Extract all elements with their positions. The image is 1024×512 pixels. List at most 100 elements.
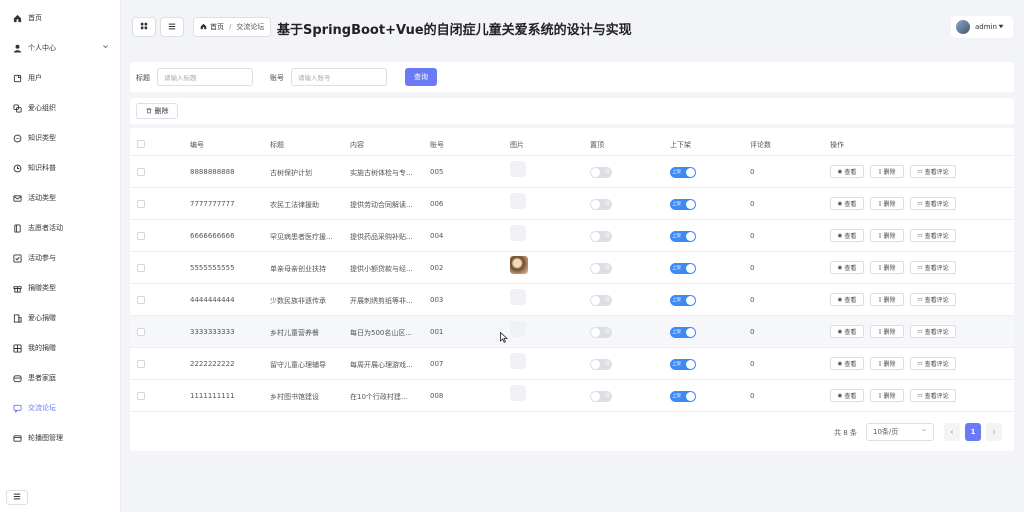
user-name: admin [975,23,997,31]
row-checkbox[interactable] [137,328,145,336]
sidebar-item-home[interactable]: 首页 [0,8,121,28]
row-checkbox[interactable] [137,200,145,208]
title-search-input[interactable]: 请输入标题 [157,68,253,86]
view-button[interactable]: ◉ 查看 [830,229,864,242]
publish-toggle[interactable]: 上架 [670,391,696,402]
cell-id: 2222222222 [190,360,235,368]
sidebar-item-carousel[interactable]: 轮播图管理 [0,428,121,448]
delete-button[interactable]: ▯ 删除 [870,229,904,242]
action-panel: 删除 [130,98,1014,124]
organization-icon [12,103,22,113]
publish-toggle[interactable]: 上架 [670,199,696,210]
select-all-checkbox[interactable] [137,140,145,148]
cell-content: 开展刺绣剪纸等非... [350,297,413,305]
publish-toggle[interactable]: 上架 [670,359,696,370]
row-checkbox[interactable] [137,360,145,368]
sidebar-item-personal-center[interactable]: 个人中心 [0,38,121,58]
sidebar-item-label: 捐赠类型 [28,284,56,292]
sidebar-item-participation[interactable]: 活动参与 [0,248,121,268]
pin-toggle[interactable]: 否 [590,295,612,306]
breadcrumb-home[interactable]: 首页 [210,22,224,32]
pin-toggle[interactable]: 否 [590,199,612,210]
view-button[interactable]: ◉ 查看 [830,165,864,178]
sidebar-item-volunteer[interactable]: 志愿者活动 [0,218,121,238]
grid-toggle-button[interactable] [132,17,156,37]
delete-button[interactable]: ▯ 删除 [870,325,904,338]
user-menu[interactable]: admin [951,16,1013,38]
cell-account: 002 [430,264,444,272]
publish-toggle[interactable]: 上架 [670,167,696,178]
view-comments-button[interactable]: ▭ 查看评论 [910,293,956,306]
next-page-button[interactable] [986,423,1002,441]
batch-delete-button[interactable]: 删除 [136,103,178,119]
view-button[interactable]: ◉ 查看 [830,325,864,338]
view-comments-button[interactable]: ▭ 查看评论 [910,197,956,210]
top-bar: 首页 / 交流论坛 基于SpringBoot+Vue的自闭症儿童关爱系统的设计与… [121,0,1024,56]
chevron-down-icon [102,43,109,52]
sidebar-item-label: 爱心组织 [28,104,56,112]
building-icon [12,313,22,323]
row-checkbox[interactable] [137,168,145,176]
sidebar-item-donation-type[interactable]: 捐赠类型 [0,278,121,298]
sidebar-item-knowledge[interactable]: 知识科普 [0,158,121,178]
view-comments-label: 查看评论 [924,297,949,304]
menu-toggle-button[interactable] [160,17,184,37]
publish-toggle[interactable]: 上架 [670,231,696,242]
pin-toggle[interactable]: 否 [590,391,612,402]
delete-button[interactable]: ▯ 删除 [870,261,904,274]
image-placeholder [510,161,526,177]
pin-toggle[interactable]: 否 [590,327,612,338]
delete-button[interactable]: ▯ 删除 [870,357,904,370]
sidebar-item-activity-type[interactable]: 活动类型 [0,188,121,208]
row-checkbox[interactable] [137,392,145,400]
image-placeholder [510,193,526,209]
view-comments-button[interactable]: ▭ 查看评论 [910,229,956,242]
delete-button[interactable]: ▯ 删除 [870,293,904,306]
pin-toggle[interactable]: 否 [590,231,612,242]
sidebar-item-users[interactable]: 用户 [0,68,121,88]
publish-toggle[interactable]: 上架 [670,263,696,274]
delete-button[interactable]: ▯ 删除 [870,389,904,402]
post-image[interactable] [510,256,528,274]
view-button[interactable]: ◉ 查看 [830,197,864,210]
sidebar-collapse-button[interactable] [6,490,28,505]
sidebar-item-forum[interactable]: 交流论坛 [0,398,121,418]
sidebar-item-organization[interactable]: 爱心组织 [0,98,121,118]
publish-toggle[interactable]: 上架 [670,327,696,338]
publish-toggle[interactable]: 上架 [670,295,696,306]
delete-label: 删除 [883,265,896,272]
page-number[interactable]: 1 [965,423,981,441]
account-search-input[interactable]: 请输入账号 [291,68,387,86]
column-header: 置顶 [590,141,604,149]
delete-label: 删除 [883,297,896,304]
sidebar-item-love-donation[interactable]: 爱心捐赠 [0,308,121,328]
view-comments-button[interactable]: ▭ 查看评论 [910,357,956,370]
row-checkbox[interactable] [137,264,145,272]
view-comments-label: 查看评论 [924,265,949,272]
chevron-left-icon [949,428,955,437]
pin-toggle[interactable]: 否 [590,263,612,274]
view-button[interactable]: ◉ 查看 [830,293,864,306]
row-checkbox[interactable] [137,296,145,304]
sidebar-item-knowledge-type[interactable]: 知识类型 [0,128,121,148]
pin-toggle[interactable]: 否 [590,359,612,370]
view-comments-button[interactable]: ▭ 查看评论 [910,389,956,402]
sidebar-item-patient-family[interactable]: 患者家庭 [0,368,121,388]
view-comments-button[interactable]: ▭ 查看评论 [910,165,956,178]
view-comments-button[interactable]: ▭ 查看评论 [910,325,956,338]
row-checkbox[interactable] [137,232,145,240]
query-button[interactable]: 查询 [405,68,437,86]
sidebar-item-my-donation[interactable]: 我的捐赠 [0,338,121,358]
view-button[interactable]: ◉ 查看 [830,261,864,274]
caret-down-icon [998,23,1004,31]
view-comments-button[interactable]: ▭ 查看评论 [910,261,956,274]
page-size-select[interactable]: 10条/页 [866,423,934,441]
prev-page-button[interactable] [944,423,960,441]
delete-button[interactable]: ▯ 删除 [870,165,904,178]
column-header: 标题 [270,141,284,149]
sidebar-item-label: 个人中心 [28,44,56,52]
delete-button[interactable]: ▯ 删除 [870,197,904,210]
view-button[interactable]: ◉ 查看 [830,357,864,370]
view-button[interactable]: ◉ 查看 [830,389,864,402]
pin-toggle[interactable]: 否 [590,167,612,178]
